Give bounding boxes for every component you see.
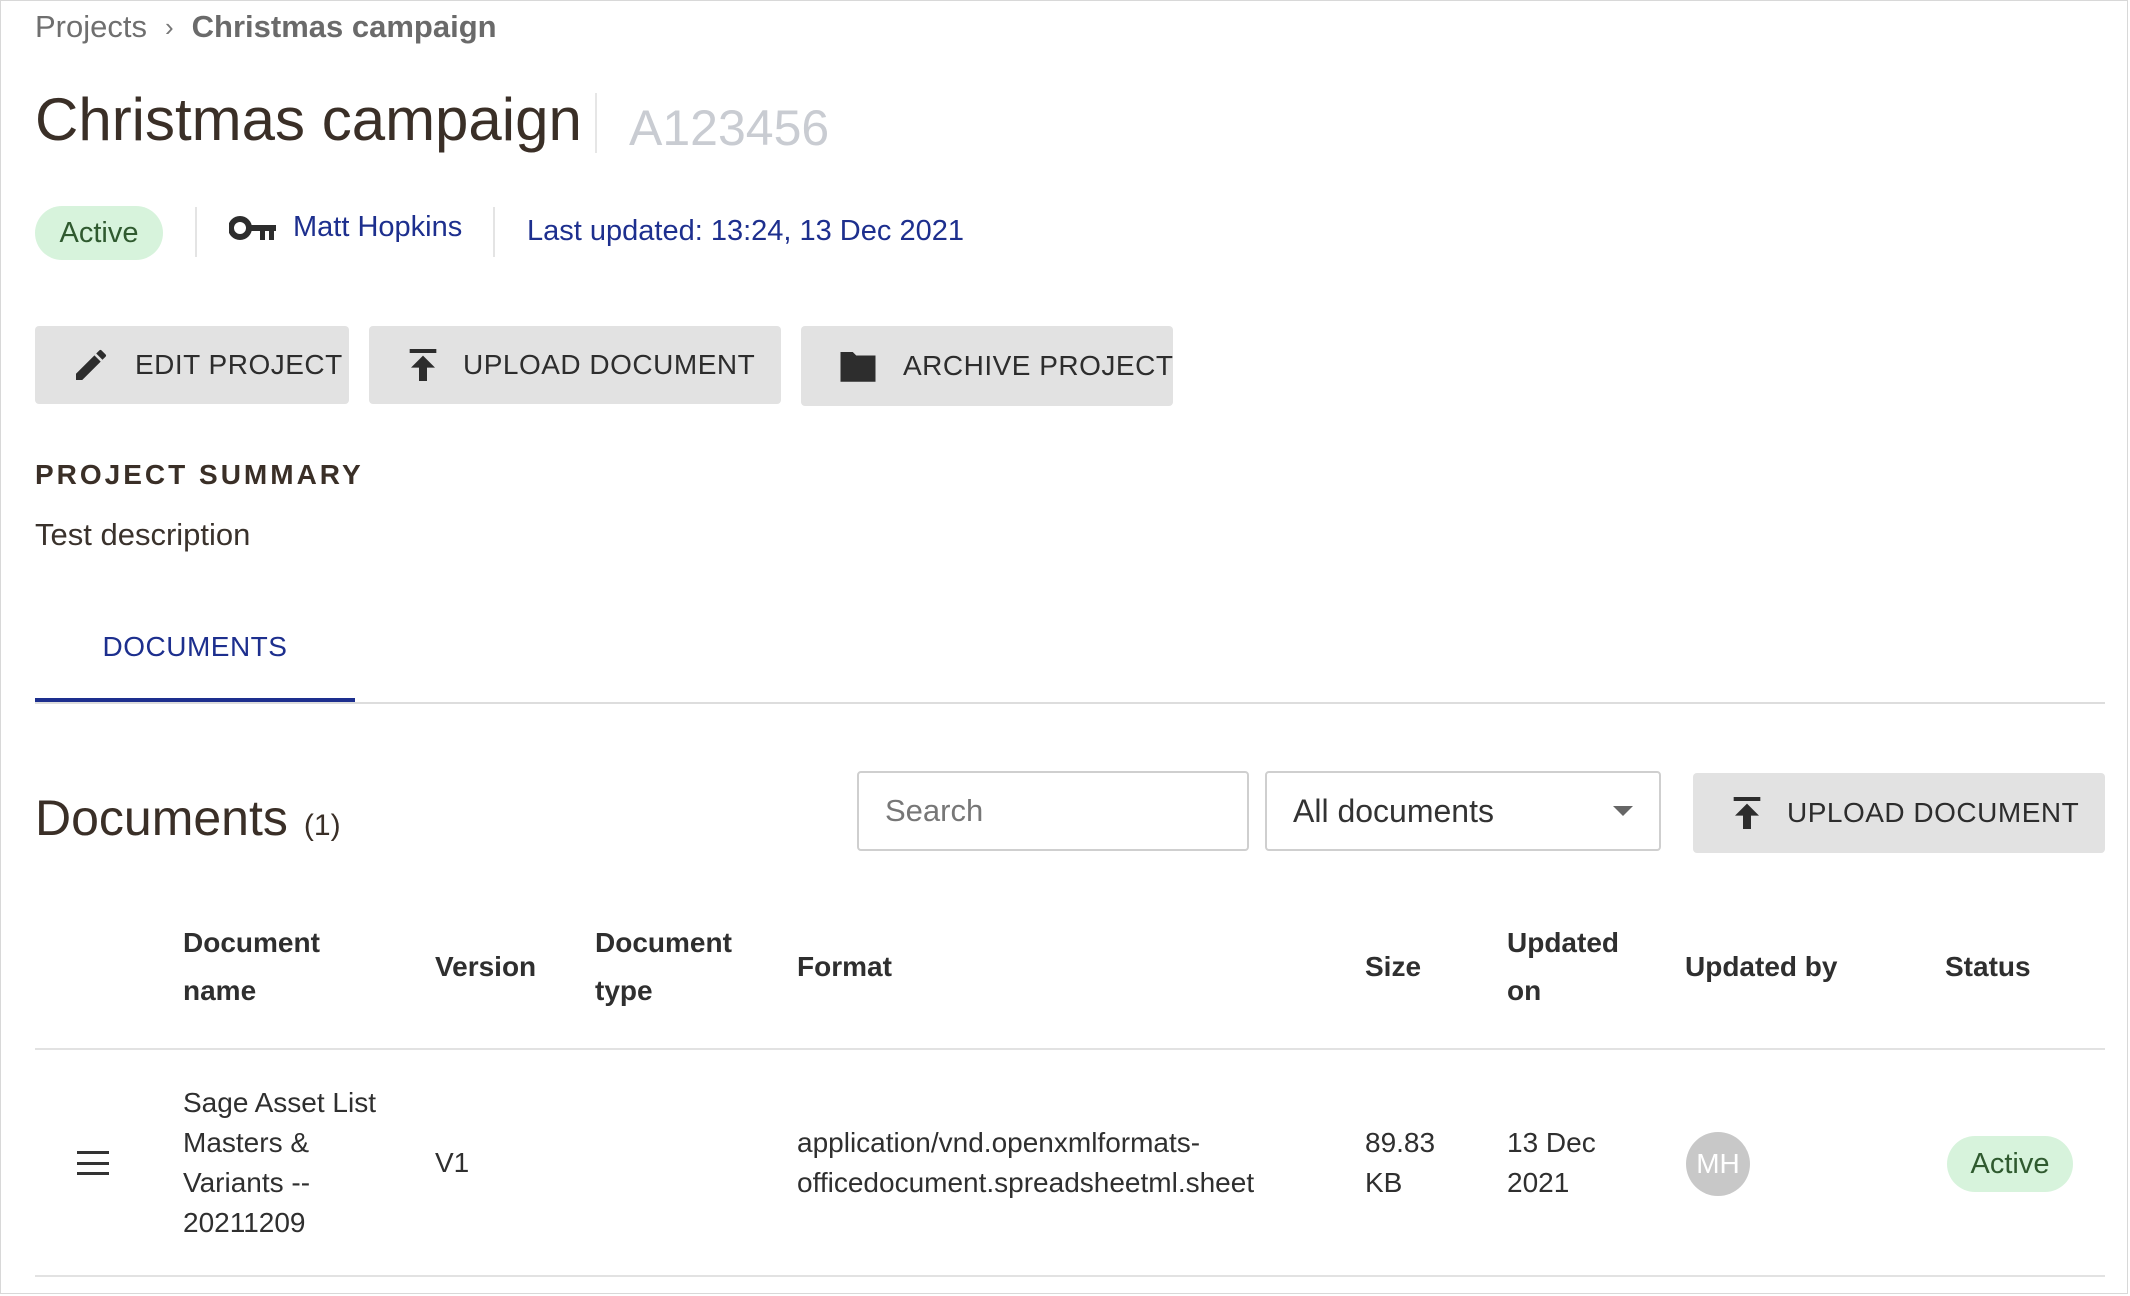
header-line: name — [183, 975, 257, 1006]
cell-line: Sage Asset List — [183, 1087, 377, 1118]
cell-line: 13 Dec — [1507, 1127, 1596, 1158]
edit-project-label: EDIT PROJECT — [135, 349, 343, 380]
header-line: type — [595, 975, 653, 1006]
upload-document-label: UPLOAD DOCUMENT — [1787, 797, 2080, 828]
column-header-size[interactable]: Size — [1365, 943, 1421, 991]
meta-divider — [493, 207, 495, 257]
cell-updated-on: 13 Dec 2021 — [1507, 1123, 1596, 1203]
documents-title: Documents — [35, 790, 288, 846]
column-header-status[interactable]: Status — [1945, 943, 2031, 991]
edit-project-button[interactable]: EDIT PROJECT — [35, 326, 349, 404]
search-input[interactable] — [857, 771, 1249, 851]
cell-format: application/vnd.openxmlformats- officedo… — [797, 1123, 1254, 1203]
summary-text: Test description — [35, 517, 251, 552]
cell-line: 89.83 — [1365, 1127, 1436, 1158]
cell-version: V1 — [435, 1147, 470, 1178]
breadcrumb: Projects › Christmas campaign — [35, 9, 497, 45]
cell-size: 89.83 KB — [1365, 1123, 1435, 1203]
header-line: on — [1507, 975, 1542, 1006]
archive-project-label: ARCHIVE PROJECT — [903, 350, 1174, 381]
project-owner[interactable]: Matt Hopkins — [229, 211, 462, 244]
cell-document-name[interactable]: Sage Asset List Masters & Variants -- 20… — [183, 1083, 376, 1243]
key-icon — [229, 215, 276, 240]
column-header-document-name[interactable]: Document name — [183, 919, 320, 1015]
header-line: Document — [595, 927, 732, 958]
project-page: Projects › Christmas campaign Christmas … — [0, 0, 2128, 1294]
tab-divider — [35, 702, 2105, 704]
table-header-divider — [35, 1048, 2105, 1050]
cell-line: application/vnd.openxmlformats- — [797, 1127, 1201, 1158]
last-updated: Last updated: 13:24, 13 Dec 2021 — [527, 215, 964, 247]
cell-line: KB — [1365, 1167, 1403, 1198]
cell-line: officedocument.spreadsheetml.sheet — [797, 1167, 1255, 1198]
column-header-format[interactable]: Format — [797, 943, 892, 991]
upload-icon — [409, 349, 437, 381]
pencil-icon — [76, 349, 107, 380]
project-code: A123456 — [629, 100, 830, 156]
upload-document-button-secondary[interactable]: UPLOAD DOCUMENT — [1693, 773, 2105, 853]
breadcrumb-separator: › — [164, 11, 174, 42]
status-badge: Active — [1947, 1136, 2073, 1192]
column-header-updated-by[interactable]: Updated by — [1685, 943, 1837, 991]
owner-name: Matt Hopkins — [293, 211, 463, 243]
archive-project-button[interactable]: ARCHIVE PROJECT — [801, 326, 1173, 406]
tab-documents[interactable]: DOCUMENTS — [35, 631, 355, 703]
cell-line: Masters & — [183, 1127, 310, 1158]
document-filter-select[interactable]: All documents — [1265, 771, 1661, 851]
upload-icon — [1733, 797, 1761, 829]
folder-icon — [840, 352, 876, 382]
chevron-down-icon — [1613, 806, 1633, 816]
upload-document-label: UPLOAD DOCUMENT — [463, 349, 756, 380]
documents-count: (1) — [303, 809, 341, 842]
title-divider — [595, 93, 597, 153]
meta-divider — [195, 207, 197, 257]
column-header-updated-on[interactable]: Updated on — [1507, 919, 1619, 1015]
avatar: MH — [1686, 1132, 1750, 1196]
column-header-version[interactable]: Version — [435, 943, 536, 991]
documents-heading: Documents (1) — [35, 789, 341, 847]
page-title: Christmas campaign — [35, 86, 582, 153]
breadcrumb-projects-link[interactable]: Projects — [35, 9, 147, 45]
upload-document-button[interactable]: UPLOAD DOCUMENT — [369, 326, 781, 404]
summary-heading: PROJECT SUMMARY — [35, 459, 364, 490]
cell-line: 20211209 — [183, 1207, 306, 1238]
status-badge: Active — [35, 206, 163, 260]
header-line: Updated — [1507, 927, 1619, 958]
document-filter-value: All documents — [1293, 792, 1494, 829]
table-row-divider — [35, 1275, 2105, 1277]
breadcrumb-current: Christmas campaign — [191, 9, 497, 44]
cell-line: 2021 — [1507, 1167, 1570, 1198]
header-line: Document — [183, 927, 320, 958]
column-header-document-type[interactable]: Document type — [595, 919, 732, 1015]
cell-line: Variants -- — [183, 1167, 311, 1198]
drag-handle-icon[interactable] — [77, 1151, 109, 1175]
